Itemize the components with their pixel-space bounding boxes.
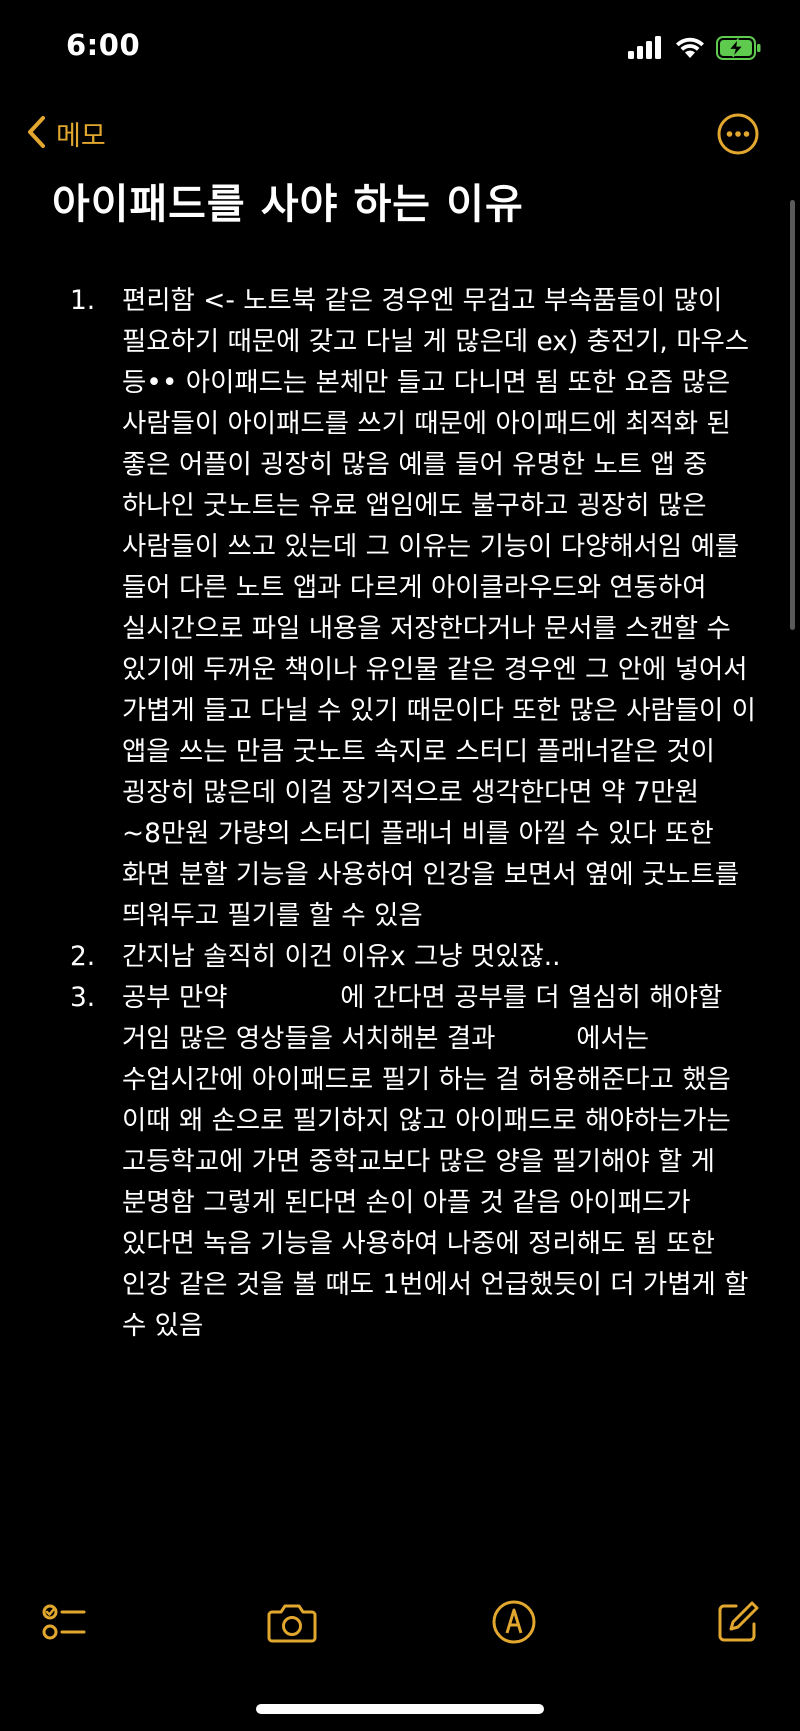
list-item: 3. 공부 만약 에 간다면 공부를 더 열심히 해야할 거임 많은 영상들을 … <box>70 977 760 1346</box>
note-title[interactable]: 아이패드를 사야 하는 이유 <box>52 170 524 230</box>
ellipsis-circle-icon <box>716 113 760 160</box>
list-item: 1. 편리함 <- 노트북 같은 경우엔 무겁고 부속품들이 많이 필요하기 때… <box>70 280 760 936</box>
back-button-label: 메모 <box>56 121 106 152</box>
list-item-text: 공부 만약 에 간다면 공부를 더 열심히 해야할 거임 많은 영상들을 서치해… <box>122 977 760 1346</box>
camera-icon <box>266 1604 318 1650</box>
camera-button[interactable] <box>266 1598 318 1650</box>
status-icons <box>628 36 762 64</box>
list-item-number: 3. <box>70 982 96 1013</box>
numbered-list: 1. 편리함 <- 노트북 같은 경우엔 무겁고 부속품들이 많이 필요하기 때… <box>70 280 760 1346</box>
battery-charging-icon <box>716 36 762 64</box>
redacted-block <box>235 986 332 1011</box>
chevron-left-icon <box>26 115 46 153</box>
status-time: 6:00 <box>66 28 141 62</box>
checklist-icon <box>40 1604 88 1650</box>
list-item-number: 1. <box>70 285 96 316</box>
nav-bar: 메모 <box>0 110 800 160</box>
compose-icon <box>714 1601 762 1650</box>
bottom-toolbar <box>0 1590 800 1660</box>
list-item-text-part: 에서는 수업시간에 아이패드로 필기 하는 걸 허용해준다고 했음 이때 왜 손… <box>122 1023 749 1341</box>
scroll-indicator[interactable] <box>790 200 795 630</box>
list-item-text: 편리함 <- 노트북 같은 경우엔 무겁고 부속품들이 많이 필요하기 때문에 … <box>122 285 756 931</box>
list-item: 2. 간지남 솔직히 이건 이유x 그냥 멋있잖.. <box>70 936 760 977</box>
note-body[interactable]: 1. 편리함 <- 노트북 같은 경우엔 무겁고 부속품들이 많이 필요하기 때… <box>70 280 760 1582</box>
list-item-text-part: 공부 만약 <box>122 982 236 1013</box>
cellular-signal-icon <box>628 36 664 64</box>
markup-pen-icon <box>490 1600 538 1650</box>
redacted-block <box>503 1027 568 1052</box>
markup-button[interactable] <box>490 1598 538 1650</box>
more-options-button[interactable] <box>716 112 760 160</box>
status-bar: 6:00 <box>0 0 800 96</box>
wifi-icon <box>674 36 706 64</box>
home-indicator[interactable] <box>256 1704 544 1714</box>
list-item-text: 간지남 솔직히 이건 이유x 그냥 멋있잖.. <box>122 941 561 972</box>
compose-button[interactable] <box>714 1598 762 1650</box>
back-button[interactable]: 메모 <box>26 114 106 153</box>
list-item-number: 2. <box>70 941 96 972</box>
checklist-button[interactable] <box>40 1598 88 1650</box>
